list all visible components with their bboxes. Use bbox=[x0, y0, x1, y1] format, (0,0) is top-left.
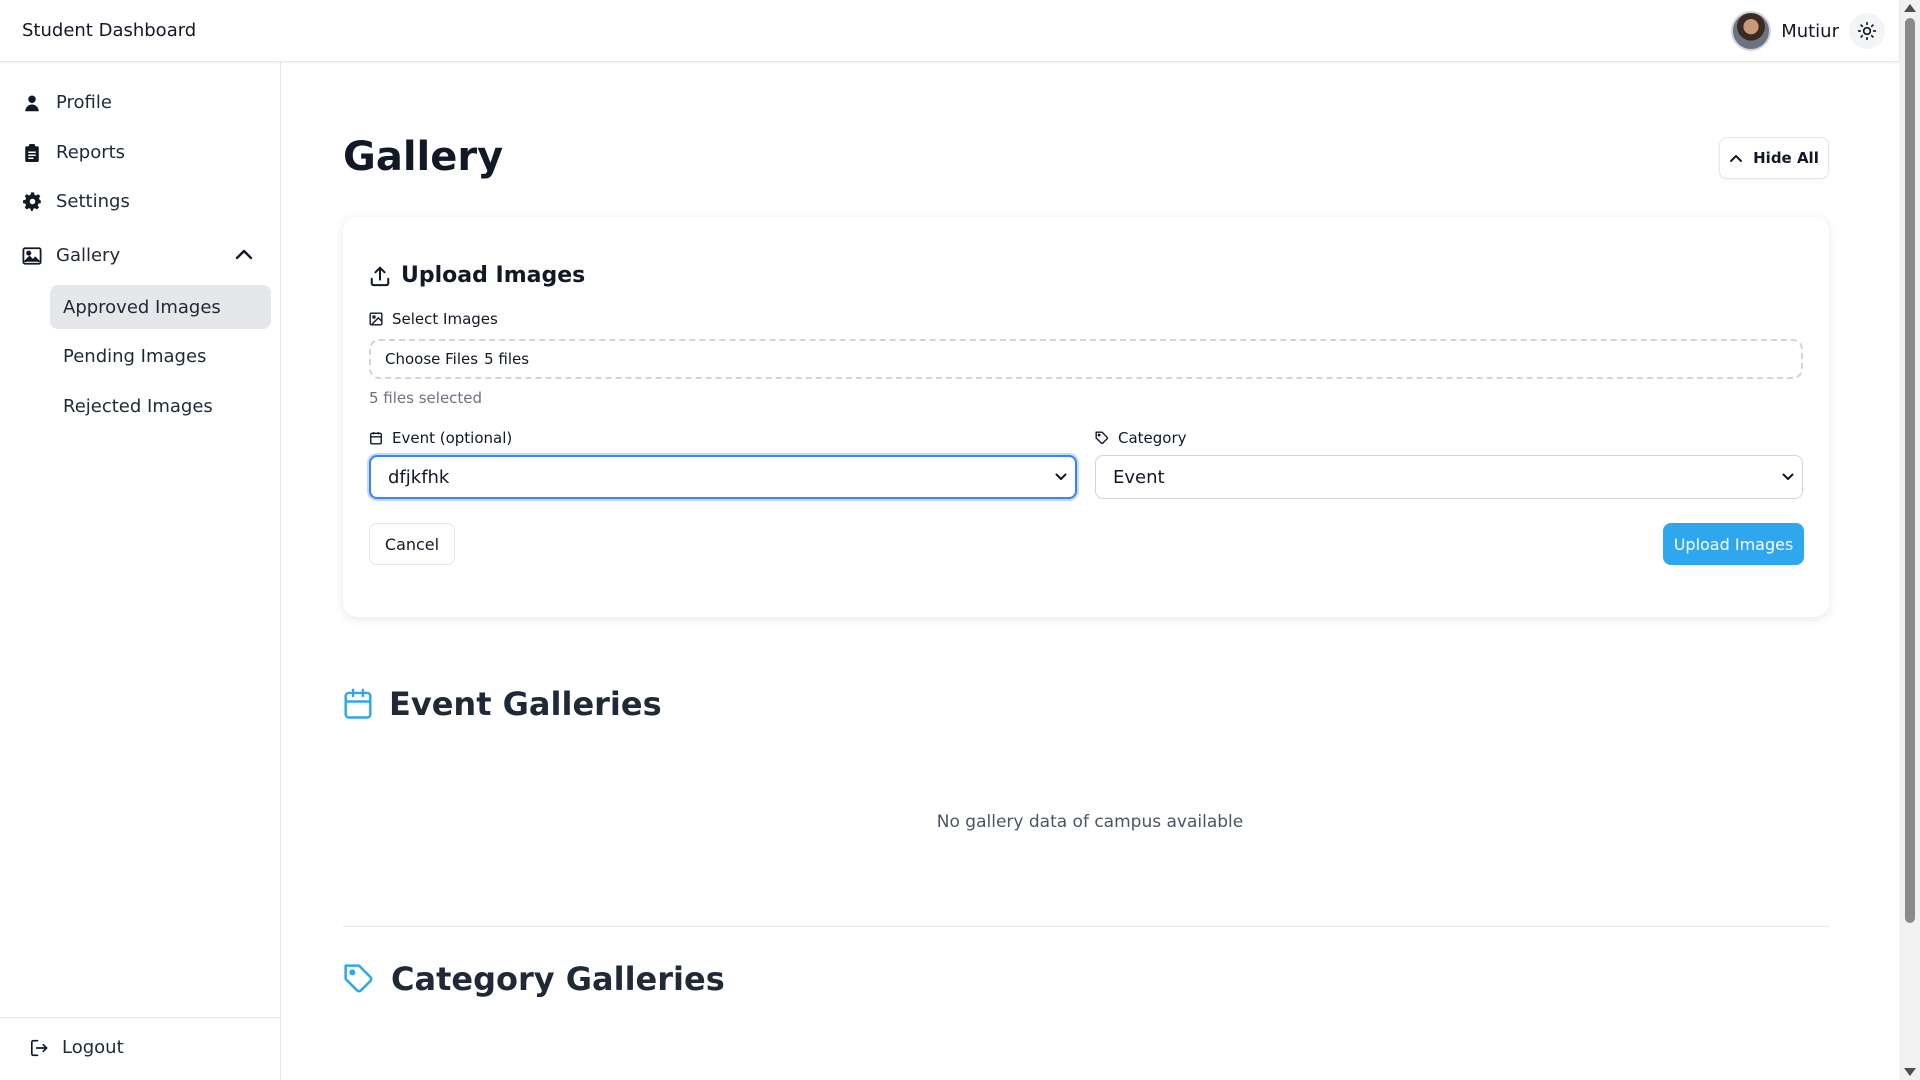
upload-card-title: Upload Images bbox=[369, 263, 585, 288]
sidebar: Profile Reports Settings Gallery Approve… bbox=[0, 62, 281, 1080]
tag-icon bbox=[1095, 431, 1109, 445]
event-label: Event (optional) bbox=[369, 429, 512, 447]
scroll-thumb[interactable] bbox=[1905, 18, 1915, 923]
hide-all-button[interactable]: Hide All bbox=[1719, 137, 1829, 179]
scroll-down-arrow[interactable] bbox=[1904, 1068, 1916, 1076]
sidebar-subitem-rejected-images[interactable]: Rejected Images bbox=[50, 384, 271, 428]
select-images-label: Select Images bbox=[369, 310, 498, 328]
app-title: Student Dashboard bbox=[22, 20, 197, 41]
logout-icon bbox=[30, 1039, 48, 1056]
event-select[interactable]: dfjkfhk bbox=[369, 455, 1077, 499]
sidebar-item-settings[interactable]: Settings bbox=[22, 191, 130, 212]
empty-gallery-message: No gallery data of campus available bbox=[936, 812, 1244, 832]
chevron-down-icon bbox=[1055, 473, 1067, 480]
scroll-up-arrow[interactable] bbox=[1904, 4, 1916, 12]
image-icon bbox=[369, 312, 383, 326]
chevron-up-icon bbox=[1730, 155, 1743, 162]
sidebar-item-label: Profile bbox=[56, 92, 112, 113]
section-divider bbox=[343, 926, 1829, 927]
subitem-label: Approved Images bbox=[63, 296, 221, 318]
category-label: Category bbox=[1095, 429, 1187, 447]
sidebar-footer: Logout bbox=[0, 1017, 281, 1080]
upload-title-text: Upload Images bbox=[401, 263, 586, 288]
top-header: Student Dashboard Mutiur bbox=[0, 0, 1899, 62]
sidebar-item-label: Reports bbox=[56, 142, 126, 163]
avatar[interactable] bbox=[1731, 11, 1772, 51]
choose-files-button[interactable]: Choose Files bbox=[385, 350, 478, 368]
theme-toggle-button[interactable] bbox=[1849, 13, 1885, 49]
upload-images-button[interactable]: Upload Images bbox=[1663, 523, 1804, 565]
sidebar-item-label: Gallery bbox=[56, 245, 121, 266]
cancel-button[interactable]: Cancel bbox=[369, 523, 455, 565]
event-galleries-heading: Event Galleries bbox=[343, 685, 662, 723]
calendar-icon bbox=[344, 688, 372, 719]
page-title: Gallery bbox=[343, 134, 504, 180]
event-galleries-title: Event Galleries bbox=[389, 685, 662, 723]
chevron-down-icon bbox=[1782, 473, 1794, 480]
chevron-up-icon[interactable] bbox=[234, 246, 254, 265]
file-count-text: 5 files bbox=[484, 350, 530, 368]
category-label-text: Category bbox=[1118, 429, 1187, 447]
subitem-label: Pending Images bbox=[63, 345, 207, 367]
upload-card: Upload Images Select Images Choose Files… bbox=[343, 217, 1829, 617]
sidebar-subitem-approved-images[interactable]: Approved Images bbox=[50, 285, 271, 329]
user-name[interactable]: Mutiur bbox=[1781, 21, 1839, 42]
sidebar-item-label: Settings bbox=[56, 191, 130, 212]
calendar-icon bbox=[370, 432, 382, 445]
category-select[interactable]: Event bbox=[1095, 455, 1803, 499]
main-content: Gallery Hide All Upload Images Select Im… bbox=[281, 62, 1899, 1080]
hide-all-label: Hide All bbox=[1753, 149, 1819, 167]
sidebar-item-gallery[interactable]: Gallery bbox=[22, 245, 120, 266]
file-input[interactable]: Choose Files 5 files bbox=[369, 339, 1803, 379]
select-images-text: Select Images bbox=[392, 310, 498, 328]
category-galleries-title: Category Galleries bbox=[391, 960, 725, 998]
sidebar-item-profile[interactable]: Profile bbox=[22, 92, 112, 113]
vertical-scrollbar[interactable] bbox=[1899, 0, 1920, 1080]
tag-icon bbox=[344, 964, 373, 993]
gear-icon bbox=[22, 192, 42, 212]
clipboard-icon bbox=[22, 143, 42, 163]
sun-icon bbox=[1857, 21, 1877, 41]
subitem-label: Rejected Images bbox=[63, 395, 213, 417]
user-icon bbox=[22, 93, 42, 113]
image-icon bbox=[22, 246, 42, 266]
logout-button[interactable]: Logout bbox=[30, 1037, 124, 1058]
sidebar-item-reports[interactable]: Reports bbox=[22, 142, 125, 163]
category-galleries-heading: Category Galleries bbox=[343, 960, 725, 998]
logout-label: Logout bbox=[62, 1037, 124, 1058]
user-area: Mutiur bbox=[1731, 11, 1885, 51]
upload-icon bbox=[370, 266, 390, 286]
event-label-text: Event (optional) bbox=[392, 429, 513, 447]
category-select-value: Event bbox=[1113, 466, 1165, 488]
sidebar-subitem-pending-images[interactable]: Pending Images bbox=[50, 334, 271, 378]
files-selected-hint: 5 files selected bbox=[369, 389, 483, 407]
event-select-value: dfjkfhk bbox=[388, 466, 450, 488]
